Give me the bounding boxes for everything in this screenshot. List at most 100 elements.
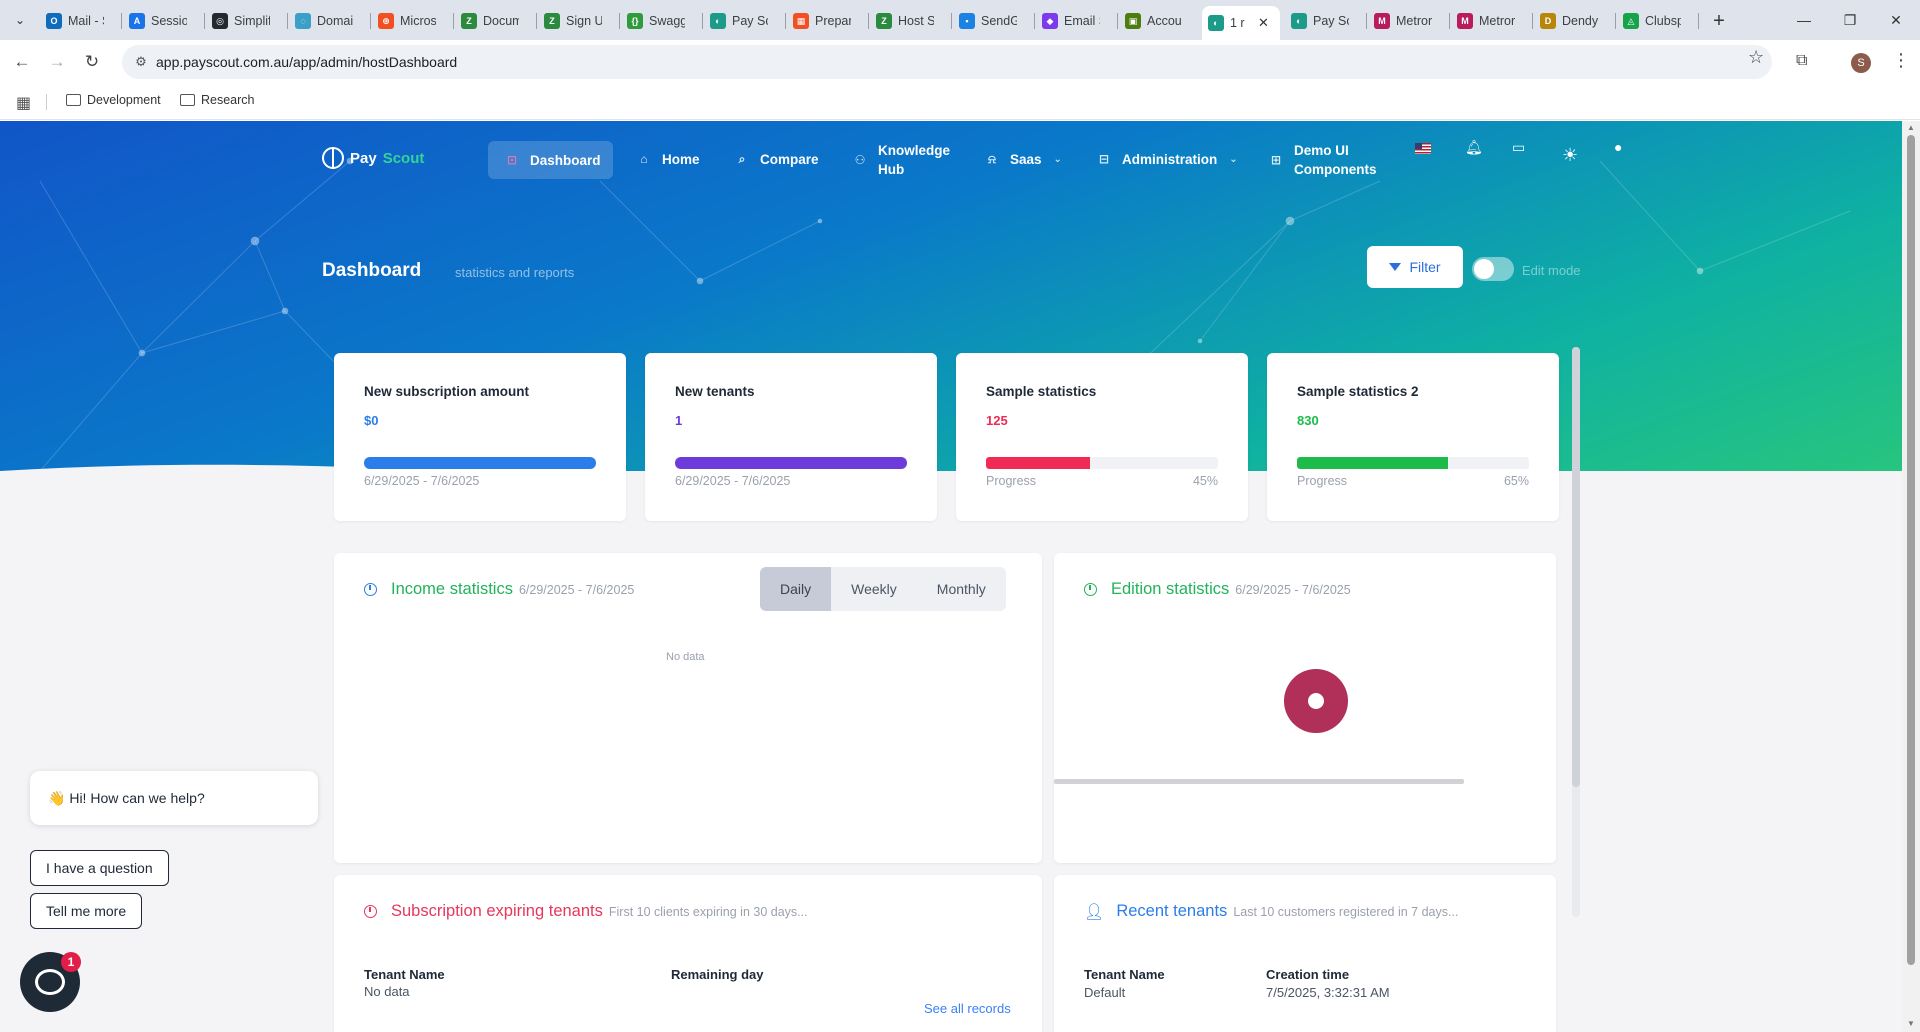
nav-home[interactable]: ⌂ Home bbox=[636, 151, 699, 167]
stat-progress-fill bbox=[1297, 457, 1448, 469]
chat-messages-icon[interactable]: ▭ bbox=[1512, 139, 1525, 156]
edition-donut-chart[interactable] bbox=[1284, 669, 1348, 733]
bookmark-star-icon[interactable]: ☆ bbox=[1748, 47, 1764, 68]
clock-icon bbox=[364, 905, 377, 918]
browser-tab[interactable]: M Metror bbox=[1451, 6, 1529, 36]
tab-title: Micros bbox=[400, 14, 436, 28]
logo-mark-icon bbox=[322, 147, 344, 169]
stat-title: New subscription amount bbox=[364, 384, 530, 399]
nav-label: Dashboard bbox=[530, 152, 601, 168]
browser-tab[interactable]: Z Sign U bbox=[538, 6, 616, 36]
extensions-icon[interactable]: ⧉ bbox=[1796, 52, 1807, 70]
recent-tenants-panel: 👤︎ Recent tenants Last 10 customers regi… bbox=[1054, 875, 1556, 1032]
tab-monthly[interactable]: Monthly bbox=[917, 567, 1006, 611]
scroll-down-arrow-icon[interactable]: ▼ bbox=[1907, 1019, 1915, 1028]
nav-dashboard[interactable]: ⊡ Dashboard bbox=[488, 141, 613, 179]
browser-tab[interactable]: O Mail - S bbox=[40, 6, 118, 36]
browser-tab[interactable]: M Metror bbox=[1368, 6, 1446, 36]
reload-button[interactable]: ↻ bbox=[78, 48, 106, 76]
address-bar[interactable]: ⚙ app.payscout.com.au/app/admin/hostDash… bbox=[122, 45, 1772, 79]
stat-card: Sample statistics 125 Progress 45% bbox=[956, 353, 1248, 521]
forward-button[interactable]: → bbox=[43, 48, 71, 76]
browser-tab[interactable]: ◐ 1 r ✕ bbox=[1202, 6, 1280, 40]
stat-value: 1 bbox=[675, 413, 683, 428]
nav-label-line-2: Hub bbox=[878, 162, 905, 177]
nav-compare[interactable]: ⌕ Compare bbox=[734, 151, 819, 167]
page-scrollbar-thumb[interactable] bbox=[1907, 135, 1915, 965]
browser-tab[interactable]: ◐ Pay Sc bbox=[1285, 6, 1363, 36]
browser-tab[interactable]: ▣ Accou bbox=[1119, 6, 1197, 36]
tab-favicon-icon: ◐ bbox=[1291, 13, 1307, 29]
browser-tab[interactable]: A Session bbox=[123, 6, 201, 36]
tab-title: Host S bbox=[898, 14, 934, 28]
browser-tab[interactable]: ◬ Clubsp bbox=[1617, 6, 1695, 36]
nav-knowledge-hub[interactable]: ⚇ Knowledge Hub bbox=[852, 141, 950, 179]
nav-administration[interactable]: ⊟ Administration ⌄ bbox=[1096, 151, 1238, 167]
tab-daily[interactable]: Daily bbox=[760, 567, 832, 611]
theme-sun-icon[interactable]: ☀ bbox=[1562, 145, 1578, 166]
filter-label: Filter bbox=[1409, 259, 1441, 275]
browser-tab[interactable]: ◆ Email S bbox=[1036, 6, 1114, 36]
browser-tab[interactable]: ◌ Domai bbox=[289, 6, 367, 36]
tab-search-chevron-icon[interactable]: ⌄ bbox=[8, 8, 32, 32]
stat-footer: Progress bbox=[986, 474, 1037, 488]
chat-greeting-text: Hi! How can we help? bbox=[69, 790, 205, 806]
edit-mode-toggle[interactable] bbox=[1472, 257, 1514, 281]
panel-title: Edition statistics bbox=[1111, 580, 1230, 598]
nav-label: Knowledge Hub bbox=[878, 141, 950, 179]
stat-card: New subscription amount $0 6/29/2025 - 7/6… bbox=[334, 353, 626, 521]
browser-tab[interactable]: D Dendy bbox=[1534, 6, 1612, 36]
payscout-logo[interactable]: Pay Scout bbox=[322, 147, 424, 169]
bookmark-research[interactable]: Research bbox=[180, 93, 255, 107]
site-info-icon[interactable]: ⚙ bbox=[132, 53, 150, 71]
browser-tab-strip: ⌄ O Mail - S A Session ◎ Simplif ◌ Domai ⊕ Micros… bbox=[0, 0, 1920, 40]
see-all-records-link[interactable]: See all records bbox=[924, 1001, 1011, 1016]
tab-title: Docum bbox=[483, 14, 519, 28]
tab-favicon-icon: ▦ bbox=[793, 13, 809, 29]
browser-tab[interactable]: ▦ Prepar bbox=[787, 6, 865, 36]
chevron-down-icon: ⌄ bbox=[1053, 153, 1062, 165]
bookmarks-separator bbox=[46, 94, 47, 110]
tab-weekly[interactable]: Weekly bbox=[831, 567, 917, 611]
chart-horizontal-scrollbar[interactable] bbox=[1054, 779, 1464, 784]
close-window-button[interactable]: ✕ bbox=[1874, 6, 1918, 34]
content-scrollbar-thumb[interactable] bbox=[1572, 347, 1580, 787]
bookmark-label: Research bbox=[201, 93, 255, 107]
profile-avatar[interactable]: S bbox=[1851, 53, 1871, 73]
browser-tab[interactable]: ◎ Simplif bbox=[206, 6, 284, 36]
i-have-a-question-button[interactable]: I have a question bbox=[30, 850, 169, 886]
new-tab-button[interactable]: + bbox=[1706, 8, 1732, 34]
nav-saas[interactable]: ⍾ Saas ⌄ bbox=[984, 151, 1062, 167]
language-flag-icon[interactable] bbox=[1415, 143, 1431, 154]
browser-tab[interactable]: ◐ Pay Sc bbox=[704, 6, 782, 36]
browser-tab[interactable]: Z Docum bbox=[455, 6, 533, 36]
minimize-button[interactable]: — bbox=[1782, 6, 1826, 34]
panel-title: Subscription expiring tenants bbox=[391, 902, 603, 920]
nav-label: Saas bbox=[1010, 151, 1042, 167]
chat-unread-badge: 1 bbox=[61, 952, 81, 972]
tab-favicon-icon: ▪ bbox=[959, 13, 975, 29]
browser-tab[interactable]: ▪ SendG bbox=[953, 6, 1031, 36]
back-button[interactable]: ← bbox=[8, 48, 36, 76]
scroll-up-arrow-icon[interactable]: ▲ bbox=[1907, 123, 1915, 132]
logo-text-scout: Scout bbox=[382, 149, 425, 167]
filter-button[interactable]: Filter bbox=[1367, 246, 1463, 288]
apps-grid-icon[interactable]: ▦ bbox=[16, 93, 31, 113]
bookmark-development[interactable]: Development bbox=[66, 93, 161, 107]
notifications-bell-icon[interactable]: 🔔︎ bbox=[1465, 139, 1483, 156]
tell-me-more-button[interactable]: Tell me more bbox=[30, 893, 143, 929]
tab-title: Session bbox=[151, 14, 187, 28]
browser-menu-icon[interactable]: ⋮ bbox=[1892, 50, 1910, 71]
nav-demo-ui-components[interactable]: ⊞ Demo UI Components bbox=[1268, 141, 1377, 179]
income-statistics-header: Income statistics 6/29/2025 - 7/6/2025 bbox=[364, 580, 634, 599]
browser-tab[interactable]: ⊕ Micros bbox=[372, 6, 450, 36]
grid-icon: ⊞ bbox=[1270, 153, 1282, 167]
tab-title: Dendy bbox=[1562, 14, 1598, 28]
content-scrollbar-track[interactable] bbox=[1572, 347, 1580, 917]
page-scrollbar[interactable]: ▲ ▼ bbox=[1902, 121, 1920, 1032]
browser-tab[interactable]: Z Host S bbox=[870, 6, 948, 36]
user-account-icon[interactable]: ● bbox=[1614, 139, 1622, 155]
restore-button[interactable]: ❐ bbox=[1828, 6, 1872, 34]
close-tab-icon[interactable]: ✕ bbox=[1258, 15, 1269, 31]
browser-tab[interactable]: {} Swagg bbox=[621, 6, 699, 36]
